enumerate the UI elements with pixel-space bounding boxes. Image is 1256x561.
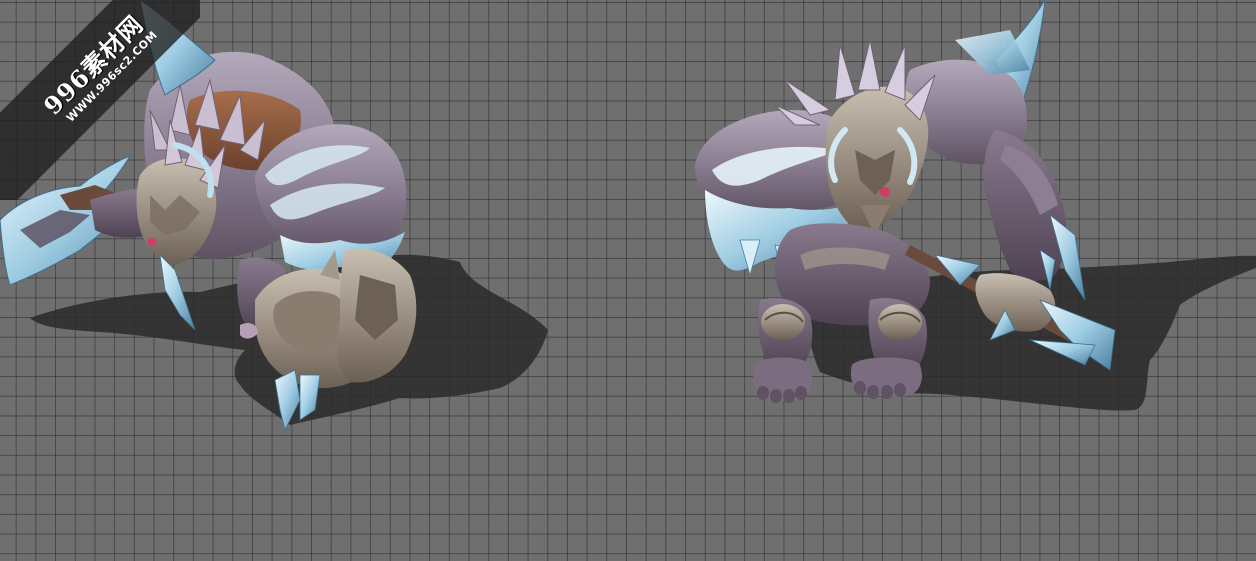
ice-beast-right-model[interactable] xyxy=(695,0,1116,403)
ice-beast-left-model[interactable] xyxy=(0,0,417,432)
scene-canvas xyxy=(0,0,1256,432)
3d-viewport[interactable]: 996素材网 WWW.996sc2.COM xyxy=(0,0,1256,561)
